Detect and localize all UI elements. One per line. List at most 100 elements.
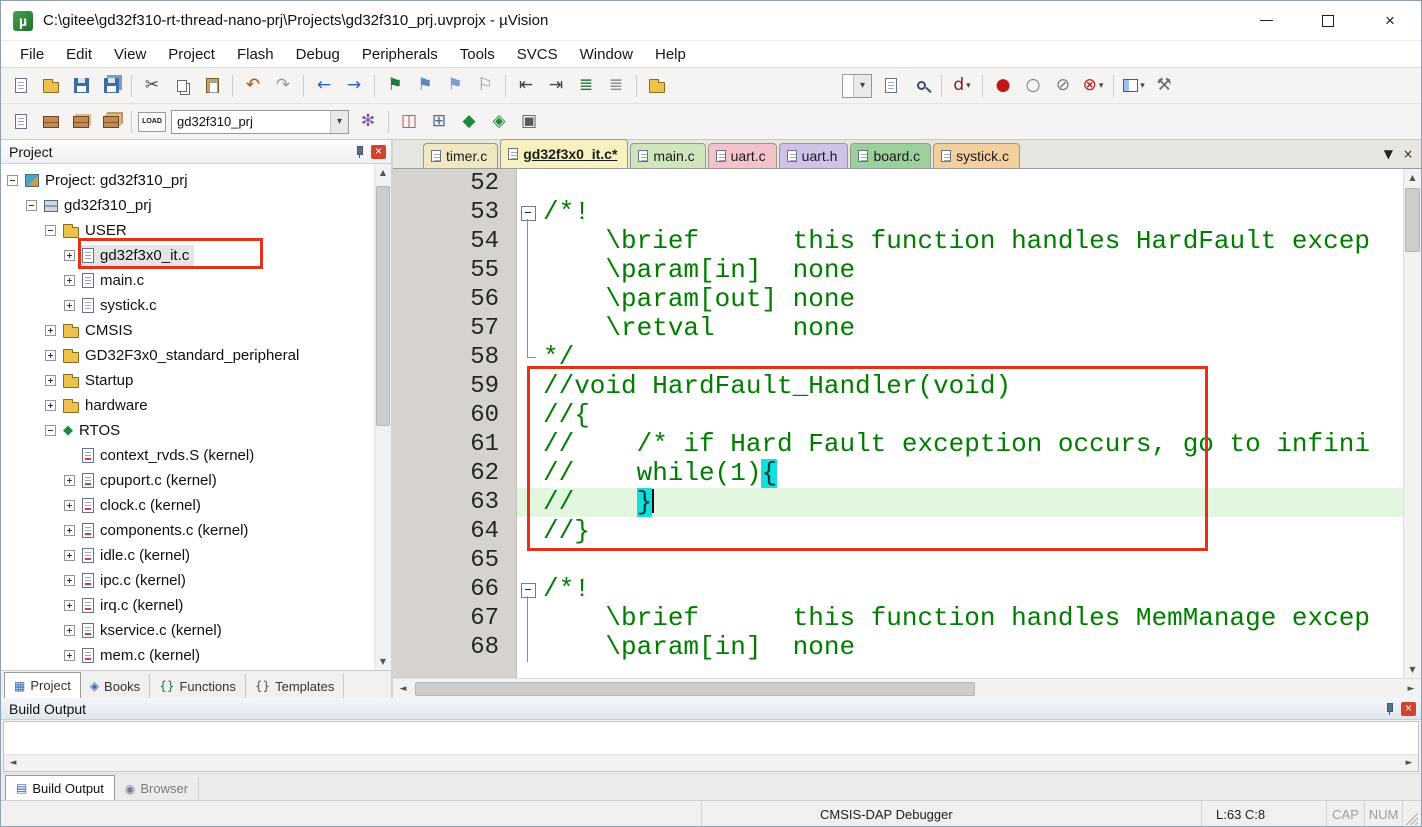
browse-symbol-button[interactable]: d ▾ (948, 72, 976, 100)
build-target-button[interactable] (37, 108, 65, 136)
uncomment-selection-button[interactable]: ≣ (602, 72, 630, 100)
menu-window[interactable]: Window (569, 41, 644, 67)
new-file-button[interactable] (7, 72, 35, 100)
open-file-button[interactable] (37, 72, 65, 100)
configure-button[interactable]: ⚒ (1150, 72, 1178, 100)
code-text[interactable]: /*! (539, 575, 1403, 604)
scrollbar-thumb[interactable] (1405, 188, 1420, 252)
tree-item-idle-c-kernel[interactable]: idle.c (kernel) (1, 543, 374, 568)
line-number[interactable]: 57 (393, 314, 517, 343)
tree-item-cpuport-c-kernel[interactable]: cpuport.c (kernel) (1, 468, 374, 493)
scrollbar-thumb[interactable] (376, 186, 390, 426)
build-output-close-button[interactable]: × (1401, 701, 1416, 716)
indent-button[interactable]: ⇥ (542, 72, 570, 100)
code-text[interactable]: // } (539, 488, 1403, 517)
find-in-files-button[interactable] (877, 72, 905, 100)
code-text[interactable]: // while(1){ (539, 459, 1403, 488)
code-text[interactable]: \brief this function handles MemManage e… (539, 604, 1403, 633)
expander-icon[interactable] (64, 550, 75, 561)
kill-all-breakpoints-button[interactable]: ⊗ ▾ (1079, 72, 1107, 100)
previous-bookmark-button[interactable]: ⚑ (411, 72, 439, 100)
menu-project[interactable]: Project (157, 41, 226, 67)
scroll-up-icon[interactable]: ▲ (375, 164, 391, 181)
document-list-icon[interactable]: ▼ (1384, 147, 1393, 161)
maximize-button[interactable] (1297, 1, 1359, 40)
line-number[interactable]: 53 (393, 198, 517, 227)
rebuild-all-button[interactable] (67, 108, 95, 136)
disable-all-breakpoints-button[interactable]: ⊘ (1049, 72, 1077, 100)
cut-button[interactable]: ✂ (138, 72, 166, 100)
undo-button[interactable]: ↶ (239, 72, 267, 100)
line-number[interactable]: 68 (393, 633, 517, 662)
tree-item-gd32f3x0-standard-peripheral[interactable]: GD32F3x0_standard_peripheral (1, 343, 374, 368)
copy-button[interactable] (168, 72, 196, 100)
expander-icon[interactable] (45, 375, 56, 386)
menu-debug[interactable]: Debug (285, 41, 351, 67)
expander-icon[interactable] (7, 175, 18, 186)
manage-components-button[interactable]: ◫ (395, 108, 423, 136)
expander-icon[interactable] (45, 350, 56, 361)
expander-icon[interactable] (45, 400, 56, 411)
scroll-left-icon[interactable]: ◄ (393, 679, 413, 698)
dropdown-arrow-icon[interactable]: ▾ (330, 110, 348, 133)
line-number[interactable]: 61 (393, 430, 517, 459)
manage-run-time-environment-button[interactable]: ◆ (455, 108, 483, 136)
incremental-find-button[interactable] (907, 72, 935, 100)
redo-button[interactable]: ↷ (269, 72, 297, 100)
code-text[interactable]: \param[in] none (539, 633, 1403, 662)
window-layout-button[interactable]: ▾ (1120, 72, 1148, 100)
project-panel-close-button[interactable]: × (371, 144, 386, 159)
expander-icon[interactable] (64, 525, 75, 536)
tab-board-c[interactable]: board.c (850, 143, 932, 168)
dropdown-arrow-icon[interactable]: ▾ (966, 81, 971, 91)
tree-item-ipc-c-kernel[interactable]: ipc.c (kernel) (1, 568, 374, 593)
tree-item-mem-c-kernel[interactable]: mem.c (kernel) (1, 643, 374, 668)
scroll-left-icon[interactable]: ◄ (4, 755, 22, 771)
tab-systick-c[interactable]: systick.c (933, 143, 1021, 168)
tree-item-context-rvds-s-kernel[interactable]: context_rvds.S (kernel) (1, 443, 374, 468)
save-all-button[interactable] (97, 72, 125, 100)
close-document-icon[interactable]: × (1403, 147, 1413, 161)
line-number[interactable]: 55 (393, 256, 517, 285)
options-for-target-button[interactable]: ✻ (354, 108, 382, 136)
expander-icon[interactable] (45, 425, 56, 436)
find-combobox[interactable]: ▾ (842, 73, 872, 98)
code-text[interactable]: //} (539, 517, 1403, 546)
comment-selection-button[interactable]: ≣ (572, 72, 600, 100)
tree-item-hardware[interactable]: hardware (1, 393, 374, 418)
line-number[interactable]: 65 (393, 546, 517, 575)
expander-icon[interactable] (64, 300, 75, 311)
line-number[interactable]: 59 (393, 372, 517, 401)
tree-item-systick-c[interactable]: systick.c (1, 293, 374, 318)
fold-start-icon[interactable] (517, 198, 539, 227)
expander-icon[interactable] (64, 275, 75, 286)
manage-project-items-button[interactable]: ⊞ (425, 108, 453, 136)
tree-item-startup[interactable]: Startup (1, 368, 374, 393)
expander-icon[interactable] (64, 475, 75, 486)
code-text[interactable]: //void HardFault_Handler(void) (539, 372, 1403, 401)
tab-timer-c[interactable]: timer.c (423, 143, 499, 168)
tab-uart-c[interactable]: uart.c (707, 143, 777, 168)
expander-icon[interactable] (45, 325, 56, 336)
download-button[interactable]: LOAD (138, 108, 166, 136)
code-text[interactable] (539, 546, 1403, 575)
scroll-up-icon[interactable]: ▲ (1404, 169, 1421, 186)
paste-button[interactable] (198, 72, 226, 100)
line-number[interactable]: 66 (393, 575, 517, 604)
pin-icon[interactable] (354, 145, 365, 158)
tree-item-kservice-c-kernel[interactable]: kservice.c (kernel) (1, 618, 374, 643)
project-tree-scrollbar[interactable]: ▲ ▼ (374, 164, 391, 670)
clear-all-bookmarks-button[interactable]: ⚐ (471, 72, 499, 100)
select-software-packs-button[interactable]: ◈ (485, 108, 513, 136)
dock-tab-build-output[interactable]: ▤ Build Output (5, 775, 115, 800)
editor-vscrollbar[interactable]: ▲ ▼ (1403, 169, 1421, 678)
minimize-button[interactable] (1235, 1, 1297, 40)
tab-gd32f3x0-it-c[interactable]: gd32f3x0_it.c* (500, 139, 629, 168)
line-number[interactable]: 58 (393, 343, 517, 372)
panel-tab-functions[interactable]: {} Functions (150, 674, 246, 698)
menu-view[interactable]: View (103, 41, 157, 67)
menu-peripherals[interactable]: Peripherals (351, 41, 449, 67)
scroll-right-icon[interactable]: ► (1401, 679, 1421, 698)
expander-icon[interactable] (64, 650, 75, 661)
close-button[interactable]: × (1359, 1, 1421, 40)
